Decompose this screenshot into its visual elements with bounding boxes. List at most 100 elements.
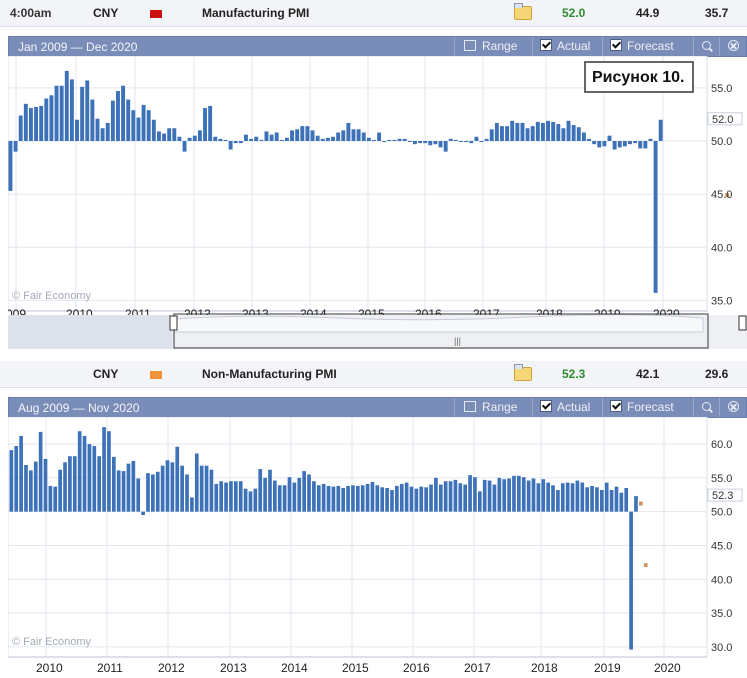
- actual-toggle[interactable]: Actual: [532, 398, 601, 417]
- range-button[interactable]: Range: [454, 37, 531, 56]
- actual-bar: [100, 128, 105, 141]
- event-currency: CNY: [93, 6, 119, 20]
- actual-bar: [28, 108, 33, 141]
- actual-bar: [49, 95, 54, 141]
- actual-bar: [423, 141, 428, 144]
- actual-bar: [351, 129, 356, 141]
- actual-bar: [424, 487, 428, 512]
- actual-bar: [382, 141, 387, 143]
- actual-bar: [526, 480, 531, 512]
- actual-bar: [259, 139, 264, 141]
- actual-bar: [346, 485, 350, 512]
- actual-bar: [269, 134, 274, 141]
- range-button-label: Range: [482, 400, 518, 414]
- actual-bar: [229, 481, 233, 512]
- actual-checkbox[interactable]: [540, 39, 552, 51]
- actual-bar: [628, 141, 632, 145]
- actual-bar: [592, 141, 597, 145]
- actual-bar: [312, 481, 316, 512]
- close-chart-button[interactable]: [719, 37, 747, 56]
- event-title[interactable]: Non-Manufacturing PMI: [202, 367, 337, 381]
- actual-bar: [395, 485, 399, 512]
- actual-bar: [356, 129, 361, 141]
- actual-bar: [399, 483, 404, 512]
- chart-range-label: Jan 2009 — Dec 2020: [18, 40, 138, 54]
- actual-bar: [418, 141, 423, 144]
- close-icon: [728, 40, 739, 51]
- forecast-toggle[interactable]: Forecast: [602, 37, 692, 56]
- actual-bar: [77, 431, 82, 512]
- detail-folder-icon[interactable]: [514, 3, 532, 20]
- actual-bar: [44, 98, 49, 141]
- actual-bar: [489, 129, 494, 141]
- forecast-toggle-label: Forecast: [627, 400, 674, 414]
- actual-bar: [521, 477, 526, 512]
- actual-toggle[interactable]: Actual: [532, 37, 601, 56]
- range-button[interactable]: Range: [454, 398, 531, 417]
- y-tick-label: 40.0: [711, 242, 732, 254]
- actual-bar: [530, 126, 535, 141]
- actual-bar: [468, 475, 472, 512]
- forecast-checkbox[interactable]: [610, 39, 622, 51]
- actual-bar: [54, 85, 59, 141]
- actual-bar: [284, 137, 289, 141]
- non-manufacturing-pmi-chart[interactable]: 60.0 55.0 50.0 45.0 40.0 35.0 30.0 52.3 2010 2011…: [8, 417, 747, 678]
- x-tick-label: 2018: [531, 661, 558, 675]
- manufacturing-pmi-chart[interactable]: 55.050.045.040.035.052.0009 2010 2011 2012 2…: [8, 56, 747, 349]
- actual-bar: [551, 121, 556, 141]
- actual-bar: [500, 126, 504, 141]
- forecast-checkbox[interactable]: [610, 400, 622, 412]
- actual-bar: [95, 118, 100, 141]
- actual-bar: [199, 465, 204, 512]
- actual-bar: [307, 474, 311, 512]
- forecast-toggle[interactable]: Forecast: [602, 398, 692, 417]
- actual-bar: [248, 491, 253, 512]
- actual-bar: [556, 490, 560, 512]
- actual-bar: [638, 141, 643, 149]
- actual-bar: [121, 471, 126, 512]
- close-chart-button[interactable]: [719, 398, 747, 417]
- x-tick-label: 2010: [36, 661, 63, 675]
- last-value-label: 52.3: [712, 490, 733, 502]
- actual-bar: [273, 480, 277, 512]
- actual-bar: [336, 485, 341, 512]
- actual-checkbox[interactable]: [540, 400, 552, 412]
- actual-bar: [375, 485, 380, 512]
- event-title[interactable]: Manufacturing PMI: [202, 6, 309, 20]
- actual-bar: [244, 134, 248, 141]
- actual-bar: [599, 490, 604, 512]
- actual-bar: [561, 128, 566, 141]
- y-tick-label: 55.0: [711, 473, 732, 485]
- actual-bar: [156, 131, 161, 141]
- actual-bar: [192, 135, 197, 141]
- actual-bar: [197, 130, 202, 141]
- actual-bar: [136, 478, 141, 512]
- actual-bar: [510, 120, 515, 141]
- actual-bar: [517, 475, 521, 512]
- x-tick-label: 2014: [281, 661, 308, 675]
- actual-bar: [97, 456, 102, 512]
- actual-bar: [633, 141, 638, 144]
- actual-bar: [43, 458, 48, 512]
- event-forecast: 42.1: [636, 367, 660, 381]
- event-row-manufacturing[interactable]: 4:00am CNY Manufacturing PMI 52.0 44.9 3…: [0, 0, 747, 27]
- y-tick-label: 45.0: [711, 189, 732, 201]
- detail-folder-icon[interactable]: [514, 364, 532, 381]
- actual-bar: [535, 121, 540, 141]
- actual-bar: [116, 470, 121, 512]
- zoom-button[interactable]: [693, 37, 718, 56]
- actual-bar: [264, 131, 269, 141]
- actual-bar: [551, 485, 555, 512]
- actual-bar: [597, 141, 602, 148]
- actual-bar: [268, 469, 272, 512]
- zoom-button[interactable]: [693, 398, 718, 417]
- chart-toolbar: Jan 2009 — Dec 2020 Range Actual Forecas…: [8, 36, 747, 57]
- actual-bar: [580, 482, 585, 512]
- event-row-non-manufacturing[interactable]: CNY Non-Manufacturing PMI 52.3 42.1 29.6: [0, 361, 747, 388]
- actual-bar: [487, 480, 492, 512]
- actual-bar: [249, 138, 254, 141]
- actual-bar: [566, 120, 571, 141]
- chart-range-label: Aug 2009 — Nov 2020: [18, 401, 140, 415]
- actual-bar: [172, 128, 177, 141]
- actual-bar: [360, 485, 365, 512]
